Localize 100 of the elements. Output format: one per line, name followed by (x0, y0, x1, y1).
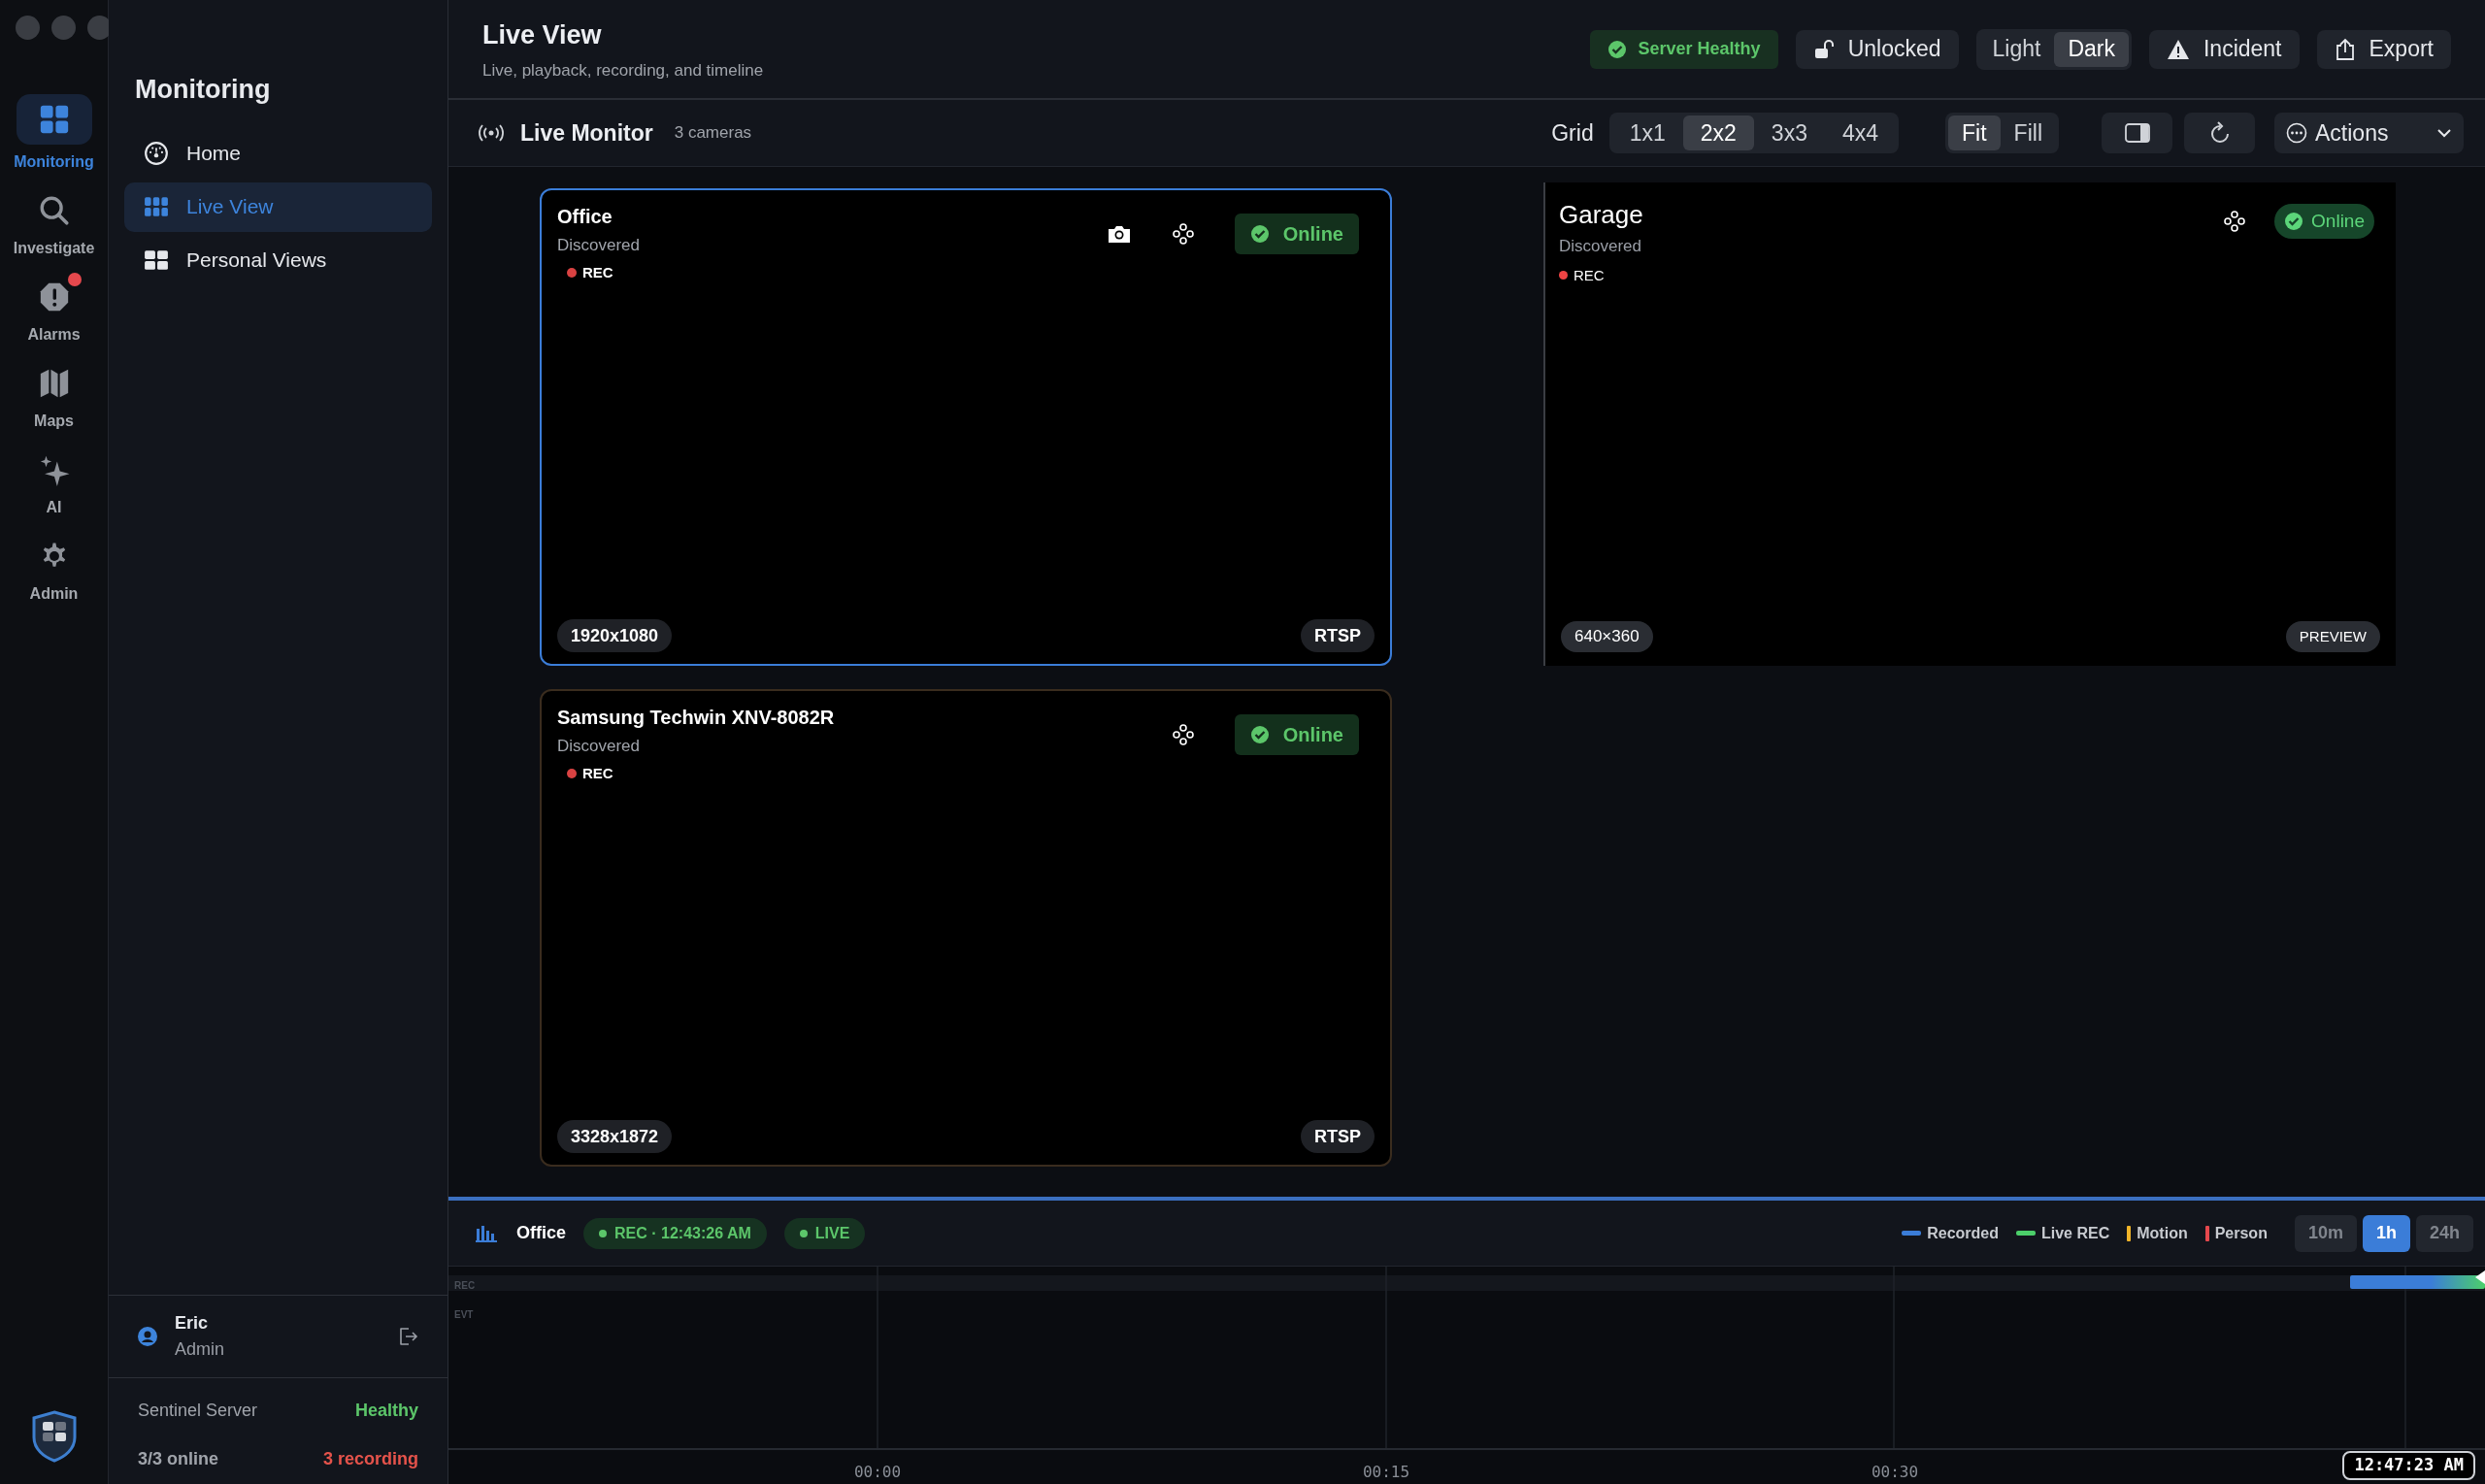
online-badge: Online (1234, 214, 1359, 254)
actions-menu-button[interactable]: Actions (2274, 113, 2464, 153)
protocol-pill: RTSP (1301, 1120, 1375, 1153)
page-title: Live View (482, 18, 603, 51)
check-badge-icon (1607, 39, 1627, 59)
sidebar-item[interactable]: Live View (124, 181, 432, 232)
chevron-down-icon (2436, 128, 2452, 138)
move-icon (1172, 223, 1194, 245)
user-name: Eric (175, 1312, 210, 1335)
legend-label: Person (2214, 1223, 2268, 1243)
gauge-icon (144, 141, 169, 166)
window-control-icon (51, 16, 76, 40)
rail-item[interactable]: Maps (5, 359, 103, 433)
time-range-tab[interactable]: 10m (2294, 1214, 2357, 1252)
camera-name: Samsung Techwin XNV-8082R (557, 706, 835, 730)
protocol-pill: PREVIEW (2285, 621, 2380, 652)
grid-size-tab[interactable]: 2x2 (1682, 115, 1754, 150)
camera-status: Discovered (557, 736, 642, 757)
window-control-icon (16, 16, 40, 40)
logout-button[interactable] (397, 1326, 418, 1347)
check-icon (2284, 212, 2304, 231)
time-tick-label: 00:15 (1361, 1462, 1411, 1483)
sidebar-item[interactable]: Home (124, 128, 432, 179)
time-range-tab[interactable]: 24h (2415, 1214, 2473, 1252)
camera-tile[interactable]: Samsung Techwin XNV-8082R Discovered REC Online 3328x1872 RTSP (540, 689, 1392, 1167)
grid-size-tab[interactable]: 1x1 (1611, 115, 1683, 150)
rail-item[interactable]: Alarms (5, 273, 103, 346)
panel-icon (2124, 123, 2150, 143)
online-badge: Online (2274, 204, 2374, 239)
camera-name: Office (557, 205, 613, 229)
rail-item[interactable]: Monitoring (5, 90, 103, 174)
protocol-pill: RTSP (1301, 619, 1375, 652)
resolution-pill: 640×360 (1561, 621, 1653, 652)
move-icon (1172, 724, 1194, 745)
sidebar-toggle-button[interactable] (2102, 113, 2172, 153)
lock-button[interactable]: Unlocked (1795, 29, 1959, 69)
check-icon (1249, 725, 1270, 744)
theme-toggle[interactable]: Light (1978, 31, 2055, 67)
camera-preview[interactable]: Garage Discovered REC Online 640×360 PREVIEW (1543, 182, 2396, 666)
toolbar-title: Live Monitor (520, 118, 653, 148)
logout-icon (397, 1326, 418, 1347)
refresh-button[interactable] (2184, 113, 2255, 153)
recording-indicator: REC (1559, 264, 1643, 286)
theme-toggle[interactable]: Dark (2054, 31, 2129, 67)
server-health: Healthy (353, 1400, 418, 1422)
rail-item[interactable]: Investigate (5, 186, 103, 260)
timeline-camera-name: Office (516, 1222, 566, 1244)
track-label: REC (454, 1279, 476, 1293)
camera-count: 3 cameras (674, 122, 753, 145)
user-role: Admin (175, 1338, 226, 1361)
grid-label: Grid (1551, 118, 1594, 148)
ptz-button[interactable] (1172, 724, 1194, 745)
broadcast-icon (476, 122, 507, 144)
check-icon (1249, 224, 1270, 244)
grid-size-tab[interactable]: 3x3 (1753, 115, 1825, 150)
sidebar-title: Monitoring (134, 74, 272, 106)
rail-item[interactable]: Admin (5, 532, 103, 606)
ptz-button[interactable] (1172, 223, 1194, 245)
window-control-icon (87, 16, 112, 40)
snapshot-button[interactable] (1106, 223, 1132, 245)
export-button[interactable]: Export (2316, 29, 2451, 69)
fit-mode-tab[interactable]: Fit (1948, 115, 2001, 150)
server-status-badge: Server Healthy (1589, 29, 1778, 69)
camera-status: Discovered (1559, 236, 1643, 257)
bar-chart-icon (476, 1224, 497, 1242)
time-tick-label: 00:00 (852, 1462, 903, 1483)
camera-icon (1106, 223, 1132, 245)
recording-indicator: REC (567, 762, 835, 784)
grid-size-tab[interactable]: 4x4 (1824, 115, 1897, 150)
resolution-pill: 1920x1080 (557, 619, 673, 652)
online-badge: Online (1234, 714, 1359, 755)
sidebar-item[interactable]: Personal Views (124, 235, 432, 285)
grid-icon (144, 247, 169, 273)
grid-icon (144, 194, 169, 219)
time-range-tab[interactable]: 1h (2362, 1214, 2410, 1252)
track-label: EVT (454, 1308, 474, 1322)
recording-count: 3 recording (321, 1447, 418, 1470)
legend-label: Motion (2137, 1223, 2188, 1243)
rail-item[interactable]: AI (5, 445, 103, 519)
more-icon (2286, 122, 2307, 144)
shield-logo-icon (30, 1410, 78, 1463)
live-badge: LIVE (783, 1217, 866, 1249)
ptz-button[interactable] (2224, 211, 2246, 232)
legend-label: Live REC (2041, 1223, 2110, 1243)
recording-indicator: REC (567, 261, 641, 283)
playhead-icon (2473, 1270, 2485, 1284)
server-name: Sentinel Server (138, 1400, 259, 1422)
unlocked-icon (1812, 38, 1835, 60)
fit-mode-tab[interactable]: Fill (2000, 115, 2056, 150)
page-subtitle: Live, playback, recording, and timeline (482, 60, 765, 82)
incident-button[interactable]: Incident (2148, 29, 2300, 69)
refresh-icon (2208, 121, 2231, 145)
current-time-badge: 12:47:23 AM (2342, 1451, 2475, 1480)
camera-status: Discovered (557, 235, 641, 256)
camera-tile[interactable]: Office Discovered REC Online 1920x1080 RTSP (540, 188, 1392, 666)
recording-badge: REC · 12:43:26 AM (583, 1217, 767, 1249)
share-icon (2334, 37, 2356, 61)
online-count: 3/3 online (138, 1447, 220, 1470)
time-tick-label: 00:30 (1870, 1462, 1920, 1483)
legend-label: Recorded (1927, 1223, 1999, 1243)
